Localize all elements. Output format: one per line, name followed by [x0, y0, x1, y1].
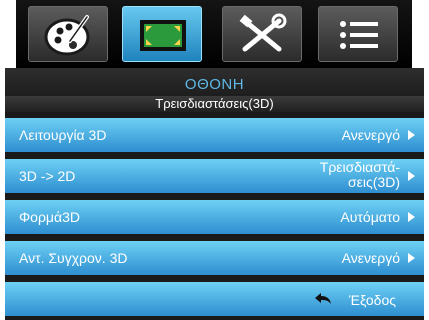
palette-icon	[44, 15, 90, 56]
back-arrow-icon	[315, 293, 331, 304]
chevron-right-icon	[408, 212, 415, 222]
menu-row-value: Ανενεργό	[341, 127, 400, 143]
tab-display[interactable]	[122, 6, 202, 62]
menu-row-3d-to-2d[interactable]: 3D -> 2D Τρεισδιαστά-σεις(3D)	[5, 159, 424, 193]
menu-row-label: 3D -> 2D	[19, 168, 76, 184]
menu-tab-bar	[0, 0, 429, 68]
menu-row-3d-format[interactable]: Φορμά3D Αυτόματο	[5, 200, 424, 234]
chevron-right-icon	[408, 171, 415, 181]
menu-row-value: Τρεισδιαστά-σεις(3D)	[320, 160, 400, 190]
menu-row-3d-sync-invert[interactable]: Αντ. Συγχρον. 3D Ανενεργό	[5, 241, 424, 275]
tab-options[interactable]	[318, 6, 398, 62]
menu-row-value-line2: σεις(3D)	[348, 174, 400, 190]
menu-row-3d-mode[interactable]: Λειτουργία 3D Ανενεργό	[5, 118, 424, 152]
menu-row-label: Αντ. Συγχρον. 3D	[19, 250, 128, 266]
menu-row-value: Αυτόματο	[340, 209, 400, 225]
display-screen-icon	[140, 20, 186, 51]
tools-icon	[239, 13, 287, 52]
tab-image[interactable]	[28, 6, 108, 62]
menu-row-value-line1: Τρεισδιαστά-	[319, 159, 400, 175]
menu-tabs	[16, 0, 412, 68]
chevron-right-icon	[408, 253, 415, 263]
list-icon	[340, 21, 378, 49]
menu-row-label: Λειτουργία 3D	[19, 127, 107, 143]
chevron-right-icon	[408, 130, 415, 140]
settings-panel: ΟΘΟΝΗ Τρεισδιαστάσεις(3D) Λειτουργία 3D …	[5, 68, 424, 320]
tab-setup[interactable]	[222, 6, 302, 62]
menu-row-label: Φορμά3D	[19, 209, 80, 225]
menu-row-value: Ανενεργό	[341, 250, 400, 266]
exit-label: Έξοδος	[349, 292, 396, 308]
page-title: ΟΘΟΝΗ	[184, 76, 245, 93]
exit-button[interactable]: Έξοδος	[5, 282, 424, 316]
submenu-title: Τρεισδιαστάσεις(3D)	[5, 96, 424, 112]
